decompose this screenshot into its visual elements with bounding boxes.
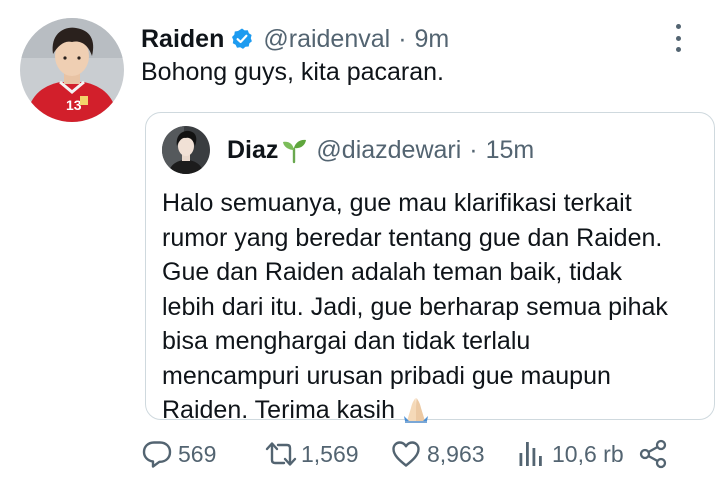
quoted-text-line: bisa menghargai dan tidak terlalu — [162, 327, 531, 355]
tweet-text: Bohong guys, kita pacaran. — [141, 58, 444, 86]
like-count: 8,963 — [427, 440, 485, 467]
author-avatar[interactable]: 13 — [20, 18, 124, 122]
quoted-text-line-last: Raiden. Terima kasih — [162, 393, 712, 428]
quoted-text-line: Halo semuanya, gue mau klarifikasi terka… — [162, 189, 632, 217]
quoted-tweet-header: Diaz @diazdewari · 15m — [227, 133, 534, 167]
author-name[interactable]: Raiden — [141, 25, 224, 54]
quoted-text-line: Raiden. Terima kasih — [162, 396, 395, 424]
quoted-author-avatar[interactable] — [162, 126, 210, 174]
quoted-tweet-text: Halo semuanya, gue mau klarifikasi terka… — [162, 186, 712, 428]
share-icon — [637, 438, 669, 470]
quoted-text-line: rumor yang beredar tentang gue dan Raide… — [162, 223, 663, 252]
retweet-icon — [264, 438, 297, 470]
tweet-timestamp[interactable]: 9m — [415, 25, 450, 54]
reply-button[interactable]: 569 — [141, 436, 216, 472]
author-handle[interactable]: @raidenval — [263, 25, 390, 54]
reply-icon — [141, 438, 173, 470]
views-button[interactable]: 10,6 rb — [515, 436, 624, 472]
retweet-button[interactable]: 1,569 — [264, 436, 359, 472]
tweet-action-bar: 569 1,569 8,963 10,6 rb — [141, 436, 701, 472]
quoted-text-line: mencampuri urusan pribadi gue maupun — [162, 361, 611, 390]
folded-hands-emoji-icon — [401, 394, 431, 424]
quoted-text-line: Gue dan Raiden adalah teman baik, tidak — [162, 258, 623, 286]
share-button[interactable] — [637, 436, 669, 472]
analytics-icon — [515, 438, 547, 470]
separator-dot: · — [469, 135, 478, 164]
more-options-icon[interactable] — [668, 22, 688, 54]
reply-count: 569 — [178, 440, 217, 467]
verified-badge-icon — [230, 27, 254, 51]
quoted-tweet[interactable]: Diaz @diazdewari · 15m Halo semuanya, gu… — [145, 112, 715, 424]
tweet-header: Raiden @raidenval · 9m — [141, 22, 449, 56]
heart-icon — [390, 438, 422, 470]
quoted-author-name[interactable]: Diaz — [227, 136, 278, 165]
svg-text:13: 13 — [66, 97, 82, 113]
separator-dot: · — [398, 24, 407, 53]
like-button[interactable]: 8,963 — [390, 436, 485, 472]
seedling-emoji-icon — [280, 136, 308, 164]
tweet[interactable]: 13 Raiden @raidenval · 9m Bohong guys, k — [0, 0, 720, 486]
retweet-count: 1,569 — [301, 440, 359, 467]
quoted-tweet-timestamp[interactable]: 15m — [486, 136, 535, 165]
views-count: 10,6 rb — [552, 440, 624, 467]
quoted-text-line: lebih dari itu. Jadi, gue berharap semua… — [162, 292, 668, 321]
quoted-author-handle[interactable]: @diazdewari — [316, 136, 461, 165]
